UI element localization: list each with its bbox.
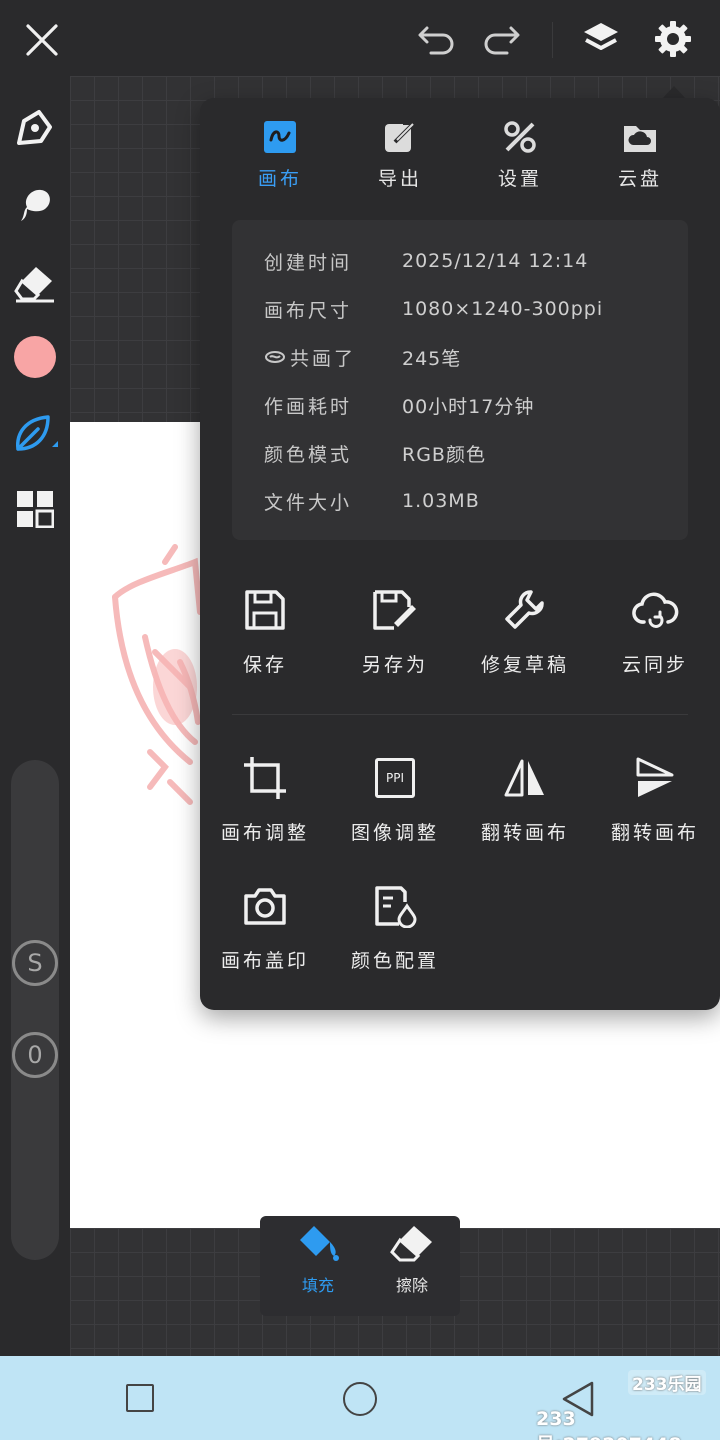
flip-vertical-label: 翻转画布 <box>610 822 699 844</box>
info-key: 文件大小 <box>264 491 353 514</box>
image-adjust-label: 图像调整 <box>350 822 439 844</box>
ppi-icon: PPI <box>375 758 415 798</box>
erase-button[interactable]: 擦除 <box>372 1224 452 1310</box>
tab-cloud-label: 云盘 <box>617 168 662 190</box>
top-toolbar <box>0 0 720 76</box>
camera-icon <box>244 888 286 925</box>
save-as-button[interactable]: 另存为 <box>330 584 460 694</box>
gear-icon[interactable] <box>648 14 698 64</box>
home-button[interactable] <box>343 1382 377 1416</box>
tab-canvas-label: 画布 <box>257 168 302 190</box>
repair-draft-button[interactable]: 修复草稿 <box>460 584 590 694</box>
eraser-icon[interactable] <box>10 258 60 308</box>
system-navigation-bar: 233乐园 233号:279207448 <box>0 1356 720 1440</box>
color-config-icon <box>375 886 417 928</box>
fill-erase-bar: 填充 擦除 <box>260 1216 460 1316</box>
tab-export[interactable]: 导出 <box>350 120 450 198</box>
layers-icon[interactable] <box>576 14 626 64</box>
info-key: 颜色模式 <box>264 443 353 466</box>
image-adjust-button[interactable]: PPI 图像调整 <box>330 752 460 862</box>
pen-icon[interactable] <box>10 102 60 152</box>
canvas-icon <box>264 121 296 153</box>
info-key: 共画了 <box>290 347 357 370</box>
info-key: 创建时间 <box>264 251 353 274</box>
fill-label: 填充 <box>301 1276 334 1295</box>
canvas-info-panel: 创建时间 2025/12/14 12:14 画布尺寸 1080×1240-300… <box>232 220 688 540</box>
tab-settings-label: 设置 <box>497 168 542 190</box>
size-badge[interactable]: S <box>12 940 58 986</box>
stroke-icon <box>265 351 285 363</box>
watermark-id: 233号:279207448 <box>536 1408 682 1440</box>
fill-bucket-icon <box>300 1226 339 1261</box>
flip-horizontal-label: 翻转画布 <box>480 822 569 844</box>
info-key: 作画耗时 <box>264 395 353 418</box>
info-value: RGB颜色 <box>402 443 486 466</box>
save-button[interactable]: 保存 <box>200 584 330 694</box>
info-row-created: 创建时间 2025/12/14 12:14 <box>264 246 588 276</box>
crop-icon <box>244 757 286 799</box>
info-row-file-size: 文件大小 1.03MB <box>264 486 480 516</box>
info-value: 245笔 <box>402 347 462 370</box>
save-as-label: 另存为 <box>361 654 428 676</box>
eraser-icon <box>390 1226 432 1262</box>
flip-vertical-icon <box>636 757 674 797</box>
flip-horizontal-button[interactable]: 翻转画布 <box>460 752 590 862</box>
tab-settings[interactable]: 设置 <box>470 120 570 198</box>
close-icon[interactable] <box>18 16 66 64</box>
info-row-time: 作画耗时 00小时17分钟 <box>264 390 534 420</box>
tab-canvas[interactable]: 画布 <box>230 120 330 198</box>
info-value: 00小时17分钟 <box>402 395 535 418</box>
wrench-icon <box>505 590 544 629</box>
recent-apps-button[interactable] <box>126 1384 154 1412</box>
grid-icon[interactable] <box>10 484 60 534</box>
canvas-stamp-button[interactable]: 画布盖印 <box>200 880 330 990</box>
canvas-menu-popup: 画布 导出 设置 云盘 创建时间 2025/12/14 12:14 画布尺寸 1… <box>200 98 720 1010</box>
color-swatch[interactable] <box>10 332 60 382</box>
cloud-sync-label: 云同步 <box>621 654 688 676</box>
toolbar-divider <box>552 22 553 58</box>
opacity-badge[interactable]: 0 <box>12 1032 58 1078</box>
flip-vertical-button[interactable]: 翻转画布 <box>590 752 720 862</box>
cloud-sync-icon <box>632 592 679 628</box>
undo-icon[interactable] <box>412 16 462 64</box>
brush-size-slider[interactable] <box>11 760 59 1260</box>
erase-label: 擦除 <box>395 1276 428 1295</box>
info-value: 1.03MB <box>402 490 480 512</box>
left-tool-sidebar: S 0 <box>0 76 70 1356</box>
canvas-stamp-label: 画布盖印 <box>220 950 309 972</box>
info-row-size: 画布尺寸 1080×1240-300ppi <box>264 294 603 324</box>
save-as-icon <box>373 590 416 630</box>
cloud-folder-icon <box>624 126 656 152</box>
smudge-icon[interactable] <box>10 180 60 230</box>
info-key: 画布尺寸 <box>264 299 353 322</box>
color-config-label: 颜色配置 <box>350 950 439 972</box>
info-value: 1080×1240-300ppi <box>402 298 604 320</box>
section-divider <box>232 714 688 715</box>
watermark-logo: 233乐园 <box>628 1370 706 1395</box>
info-row-strokes: 共画了 245笔 <box>264 342 461 372</box>
canvas-adjust-label: 画布调整 <box>220 822 309 844</box>
save-icon <box>245 590 285 630</box>
repair-draft-label: 修复草稿 <box>480 654 569 676</box>
save-label: 保存 <box>242 654 287 676</box>
canvas-adjust-button[interactable]: 画布调整 <box>200 752 330 862</box>
export-icon <box>385 121 416 152</box>
brush-leaf-icon[interactable] <box>10 408 60 458</box>
tab-cloud[interactable]: 云盘 <box>590 120 690 198</box>
tab-export-label: 导出 <box>377 168 422 190</box>
cloud-sync-button[interactable]: 云同步 <box>590 584 720 694</box>
tools-icon <box>504 121 536 153</box>
flip-horizontal-icon <box>504 759 544 797</box>
info-row-color-mode: 颜色模式 RGB颜色 <box>264 438 486 468</box>
fill-button[interactable]: 填充 <box>278 1224 358 1310</box>
info-value: 2025/12/14 12:14 <box>402 250 589 272</box>
color-config-button[interactable]: 颜色配置 <box>330 880 460 990</box>
redo-icon[interactable] <box>476 16 526 64</box>
